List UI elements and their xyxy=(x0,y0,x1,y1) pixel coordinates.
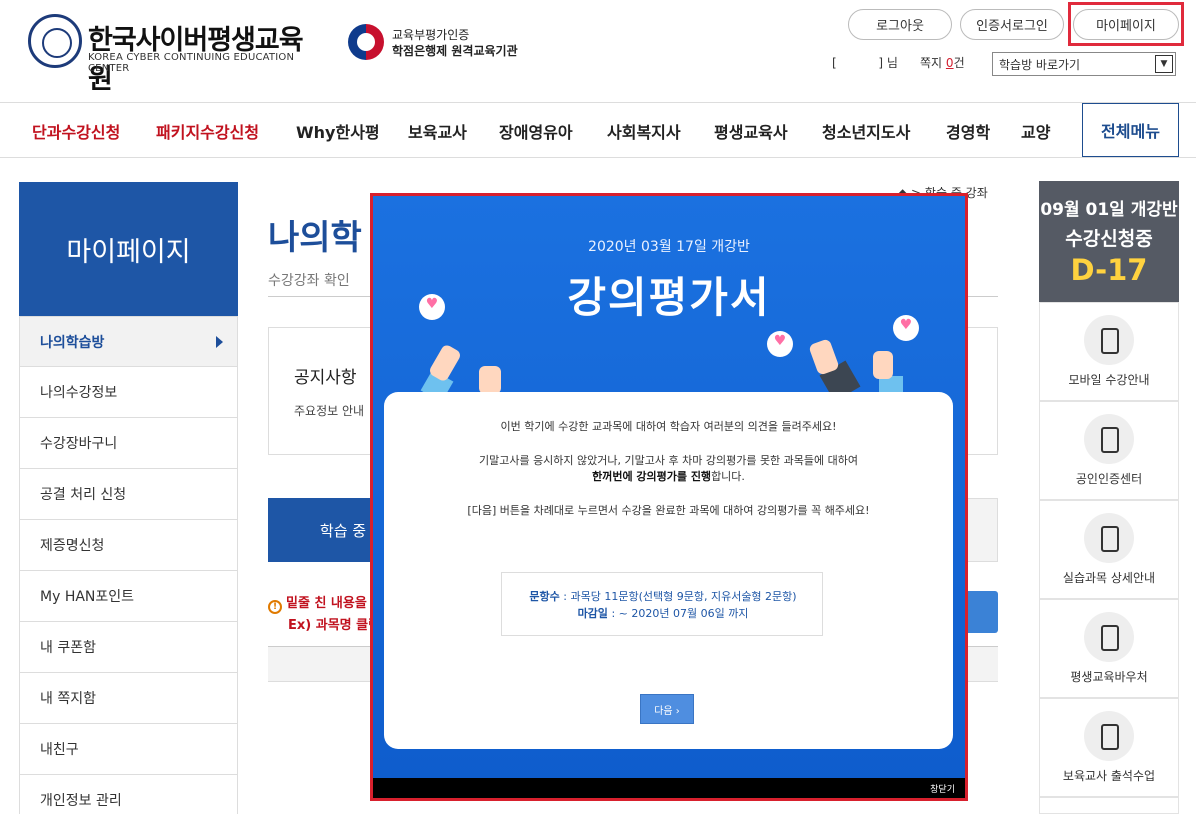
building-icon xyxy=(1084,513,1134,563)
warning-text: ! 밑줄 친 내용을 xyxy=(268,592,367,614)
memo-count[interactable]: 쪽지 0건 xyxy=(920,54,965,71)
sidebar-item-course-info[interactable]: 나의수강정보 xyxy=(19,367,238,418)
sidebar-item-certificate[interactable]: 제증명신청 xyxy=(19,520,238,571)
modal-paragraph-2: 기말고사를 응시하지 않았거나, 기말고사 후 차마 강의평가를 못한 과목들에… xyxy=(478,454,859,467)
chevron-down-icon: ▼ xyxy=(1155,55,1173,73)
quick-attendance[interactable]: 보육교사 출석수업 xyxy=(1039,698,1179,797)
sidebar-item-cart[interactable]: 수강장바구니 xyxy=(19,418,238,469)
nav-youth-instructor[interactable]: 청소년지도사 xyxy=(822,119,910,143)
nav-general[interactable]: 교양 xyxy=(1021,119,1050,143)
sidebar-item-absence[interactable]: 공결 처리 신청 xyxy=(19,469,238,520)
thumbs-up-icon xyxy=(479,366,501,394)
nav-why[interactable]: Why한사평 xyxy=(296,119,380,143)
site-logo[interactable]: 한국사이버평생교육원 KOREA CYBER CONTINUING EDUCAT… xyxy=(28,14,318,95)
next-button[interactable]: 다음 › xyxy=(640,694,694,724)
nav-lifelong-edu[interactable]: 평생교육사 xyxy=(714,119,788,143)
nav-package-course[interactable]: 패키지수강신청 xyxy=(156,119,259,143)
modal-date: 2020년 03월 17일 개강반 xyxy=(588,239,750,255)
evaluation-modal: 2020년 03월 17일 개강반 강의평가서 이번 학기에 수강한 교과목에 … xyxy=(370,193,968,801)
sidebar-item-friends[interactable]: 내친구 xyxy=(19,724,238,775)
modal-paragraph-4: [다음] 버튼을 차례대로 누르면서 수강을 완료한 과목에 대하여 강의평가를… xyxy=(467,504,870,517)
monitor-icon xyxy=(1084,711,1134,761)
sidebar-item-memos[interactable]: 내 쪽지함 xyxy=(19,673,238,724)
sidebar-title: 마이페이지 xyxy=(19,182,238,316)
info-box: 문항수 : 과목당 11문항(선택형 9문항, 지유서술형 2문항) 마감일 :… xyxy=(501,572,823,636)
notice-text: 주요정보 안내 xyxy=(294,404,365,418)
heart-bubble-icon xyxy=(419,294,445,320)
shield-icon xyxy=(1084,414,1134,464)
sidebar-item-my-study[interactable]: 나의학습방 xyxy=(19,316,238,367)
warning-icon: ! xyxy=(268,600,282,614)
taegeuk-icon xyxy=(348,24,384,60)
modal-card: 이번 학기에 수강한 교과목에 대하여 학습자 여러분의 의견을 들려주세요! … xyxy=(384,392,953,749)
modal-title: 강의평가서 xyxy=(567,273,771,322)
header: 한국사이버평생교육원 KOREA CYBER CONTINUING EDUCAT… xyxy=(0,0,1196,102)
thumbs-up-icon xyxy=(873,351,893,379)
arrow-right-icon xyxy=(216,336,223,348)
question-count: 문항수 : 과목당 11문항(선택형 9문항, 지유서술형 2문항) xyxy=(529,590,797,603)
mypage-button[interactable]: 마이페이지 xyxy=(1073,9,1179,40)
notice-title: 공지사항 xyxy=(294,368,357,388)
nav-childcare[interactable]: 보육교사 xyxy=(408,119,467,143)
quick-practice[interactable]: 실습과목 상세안내 xyxy=(1039,500,1179,599)
sidebar-item-coupons[interactable]: 내 쿠폰함 xyxy=(19,622,238,673)
cert-line-1: 교육부평가인증 xyxy=(392,28,470,42)
heart-bubble-icon xyxy=(893,315,919,341)
page-subtitle: 수강강좌 확인 xyxy=(268,273,350,289)
dday-line-1: 09월 01일 개강반 xyxy=(1040,200,1178,220)
goto-select[interactable]: 학습방 바로가기 ▼ xyxy=(992,52,1176,76)
quick-voucher[interactable]: 평생교육바우처 xyxy=(1039,599,1179,698)
user-greeting: [ ] 님 xyxy=(832,56,898,70)
certification-mark: 교육부평가인증 학점은행제 원격교육기관 xyxy=(348,22,548,66)
sidebar-item-points[interactable]: My HAN포인트 xyxy=(19,571,238,622)
nav-social-worker[interactable]: 사회복지사 xyxy=(607,119,681,143)
deadline: 마감일 : ~ 2020년 07월 06일 까지 xyxy=(577,607,749,620)
logo-seal-icon xyxy=(28,14,82,68)
cert-login-button[interactable]: 인증서로그인 xyxy=(960,9,1064,40)
dday-banner[interactable]: 09월 01일 개강반 수강신청중 D-17 xyxy=(1039,181,1179,302)
quick-mobile[interactable]: 모바일 수강안내 xyxy=(1039,302,1179,401)
logout-button[interactable]: 로그아웃 xyxy=(848,9,952,40)
sidebar-item-profile[interactable]: 개인정보 관리 xyxy=(19,775,238,814)
heart-bubble-icon xyxy=(767,331,793,357)
nav-disabled-infant[interactable]: 장애영유아 xyxy=(499,119,573,143)
all-menu-button[interactable]: 전체메뉴 xyxy=(1082,103,1179,157)
logo-sub-text: KOREA CYBER CONTINUING EDUCATION CENTER xyxy=(88,52,295,74)
warning-example: Ex) 과목명 클릭 xyxy=(288,618,381,633)
mobile-icon xyxy=(1084,315,1134,365)
modal-footer: 창닫기 xyxy=(373,778,965,798)
page-title: 나의학 xyxy=(268,218,362,258)
card-icon xyxy=(1084,612,1134,662)
modal-paragraph-1: 이번 학기에 수강한 교과목에 대하여 학습자 여러분의 의견을 들려주세요! xyxy=(500,420,837,433)
modal-body: 2020년 03월 17일 개강반 강의평가서 이번 학기에 수강한 교과목에 … xyxy=(373,196,965,798)
close-window-button[interactable]: 창닫기 xyxy=(930,782,955,795)
main-nav: 단과수강신청 패키지수강신청 Why한사평 보육교사 장애영유아 사회복지사 평… xyxy=(0,102,1196,158)
dday-count: D-17 xyxy=(1070,253,1148,287)
nav-business[interactable]: 경영학 xyxy=(946,119,990,143)
modal-paragraph-3: 한꺼번에 강의평가를 진행합니다. xyxy=(592,470,745,483)
nav-single-course[interactable]: 단과수강신청 xyxy=(32,119,120,143)
quick-more[interactable] xyxy=(1039,797,1179,814)
quick-cert-center[interactable]: 공인인증센터 xyxy=(1039,401,1179,500)
cert-line-2: 학점은행제 원격교육기관 xyxy=(392,44,518,58)
dday-line-2: 수강신청중 xyxy=(1065,228,1153,250)
